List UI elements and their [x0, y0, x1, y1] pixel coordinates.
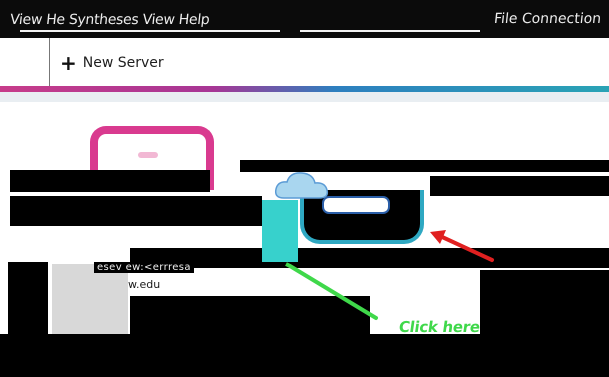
- new-server-button[interactable]: + New Server: [60, 52, 164, 74]
- server-domain-label: w.edu: [128, 278, 161, 291]
- menu-bar-right[interactable]: File Connection: [493, 11, 602, 27]
- server-host-label[interactable]: esev ew:<errresa: [94, 262, 194, 273]
- connection-strip: [262, 200, 298, 262]
- screenshot-frame: View He Syntheses View Help File Connect…: [0, 0, 609, 377]
- glitch-line: [20, 30, 280, 32]
- red-arrow-icon: [430, 230, 494, 262]
- green-arrow-icon: [285, 262, 378, 320]
- cloud-icon: [274, 172, 329, 199]
- window-title-bar: View He Syntheses View Help File Connect…: [0, 0, 609, 38]
- bottom-glitch-bar: [0, 334, 609, 377]
- header-sub-band: [0, 92, 609, 102]
- glitch-block: [10, 196, 262, 226]
- server-tile-indicator: [138, 152, 158, 158]
- glitch-block: [8, 262, 48, 334]
- plus-icon: +: [60, 51, 77, 75]
- connect-button[interactable]: [322, 196, 390, 214]
- glitch-block: [480, 270, 609, 334]
- glitch-block: [430, 176, 609, 196]
- new-server-label: New Server: [82, 55, 164, 71]
- glitch-line: [300, 30, 480, 32]
- server-entry-panel: [52, 264, 128, 336]
- menu-bar-left[interactable]: View He Syntheses View Help: [9, 12, 210, 28]
- glitch-block: [10, 170, 210, 192]
